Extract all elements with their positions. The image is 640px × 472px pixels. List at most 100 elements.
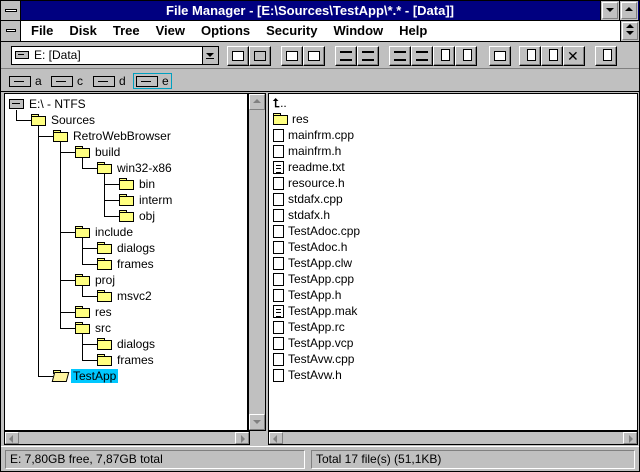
tree-item-label: E:\ - NTFS	[29, 97, 86, 111]
file-item[interactable]: TestApp.cpp	[273, 271, 354, 287]
document-system-menu-button[interactable]	[1, 21, 21, 41]
title-bar[interactable]: File Manager - [E:\Sources\TestApp\*.* -…	[1, 1, 639, 21]
menu-tree[interactable]: Tree	[105, 21, 148, 41]
drive-d[interactable]: d	[93, 73, 126, 89]
connect-network-drive-button[interactable]	[227, 46, 249, 66]
file-item[interactable]: resource.h	[273, 175, 345, 191]
disconnect-network-drive-button[interactable]	[249, 46, 271, 66]
sort-by-date-button[interactable]	[455, 46, 477, 66]
file-name: TestApp.h	[288, 288, 342, 302]
tree-item[interactable]: include	[75, 224, 135, 240]
delete-button[interactable]: ✕	[563, 46, 585, 66]
tree-item[interactable]: src	[75, 320, 113, 336]
tree-item[interactable]: bin	[119, 176, 157, 192]
document-icon	[273, 256, 284, 270]
sort-by-type-button[interactable]	[411, 46, 433, 66]
drive-combo-dropdown-button[interactable]	[202, 47, 218, 64]
tree-item[interactable]: interm	[119, 192, 174, 208]
menu-file[interactable]: File	[23, 21, 61, 41]
scroll-up-button[interactable]	[249, 94, 265, 110]
sort-by-name-button[interactable]	[389, 46, 411, 66]
menu-view[interactable]: View	[148, 21, 193, 41]
tree-item[interactable]: msvc2	[97, 288, 154, 304]
file-item[interactable]: res	[273, 111, 309, 127]
sort-by-size-button[interactable]	[433, 46, 455, 66]
new-window-button[interactable]	[489, 46, 511, 66]
document-icon	[273, 336, 284, 350]
scroll-down-icon	[253, 420, 261, 424]
tree-item-label: frames	[117, 353, 154, 367]
file-item[interactable]: stdafx.h	[273, 207, 330, 223]
restore-document-button[interactable]	[620, 21, 639, 41]
open-folder-icon	[53, 370, 68, 382]
system-menu-button[interactable]	[1, 1, 21, 20]
tree-item[interactable]: RetroWebBrowser	[53, 128, 173, 144]
tree-item[interactable]: frames	[97, 352, 156, 368]
menu-disk[interactable]: Disk	[61, 21, 104, 41]
stop-sharing-button[interactable]	[303, 46, 325, 66]
tree-item-label: obj	[139, 209, 156, 223]
file-name: TestApp.rc	[288, 320, 345, 334]
file-item[interactable]: TestApp.clw	[273, 255, 352, 271]
maximize-button[interactable]	[619, 1, 638, 20]
properties-button[interactable]	[595, 46, 617, 66]
large-icons-view-button[interactable]	[335, 46, 357, 66]
file-item[interactable]: TestAvw.h	[273, 367, 342, 383]
parent-directory-item[interactable]: ⮤..	[273, 95, 287, 111]
folder-icon	[119, 210, 134, 222]
menu-options[interactable]: Options	[193, 21, 258, 41]
file-item[interactable]: TestAdoc.cpp	[273, 223, 360, 239]
minimize-button[interactable]	[600, 1, 619, 20]
file-name: mainfrm.h	[288, 144, 342, 158]
file-item[interactable]: mainfrm.h	[273, 143, 341, 159]
menu-help[interactable]: Help	[391, 21, 435, 41]
file-name: TestApp.mak	[288, 304, 358, 318]
copy-button[interactable]	[519, 46, 541, 66]
sort-size-icon	[441, 49, 450, 61]
move-button[interactable]	[541, 46, 563, 66]
file-item[interactable]: mainfrm.cpp	[273, 127, 354, 143]
folder-icon	[97, 162, 112, 174]
file-item[interactable]: TestApp.vcp	[273, 335, 353, 351]
list-view-button[interactable]	[357, 46, 379, 66]
tree-scroll-right-button[interactable]	[235, 432, 249, 444]
file-item[interactable]: stdafx.cpp	[273, 191, 343, 207]
tree-item[interactable]: dialogs	[97, 240, 157, 256]
tree-item[interactable]: TestApp	[53, 368, 119, 384]
file-item[interactable]: TestApp.mak	[273, 303, 357, 319]
move-icon	[549, 49, 558, 61]
drive-a-label: a	[35, 74, 42, 88]
tree-item[interactable]: obj	[119, 208, 157, 224]
drive-c[interactable]: c	[51, 73, 83, 89]
menu-window[interactable]: Window	[325, 21, 391, 41]
tree-item-label: res	[95, 305, 112, 319]
tree-item-label: RetroWebBrowser	[73, 129, 171, 143]
tree-item[interactable]: E:\ - NTFS	[9, 96, 88, 112]
drive-e[interactable]: e	[133, 73, 172, 89]
tree-horizontal-scrollbar[interactable]	[4, 431, 250, 445]
tree-item[interactable]: dialogs	[97, 336, 157, 352]
file-item[interactable]: TestApp.rc	[273, 319, 345, 335]
files-scroll-left-button[interactable]	[269, 432, 283, 444]
files-scroll-right-button[interactable]	[623, 432, 637, 444]
share-as-button[interactable]	[281, 46, 303, 66]
tree-item[interactable]: Sources	[31, 112, 97, 128]
file-item[interactable]: TestAdoc.h	[273, 239, 347, 255]
file-item[interactable]: TestAvw.cpp	[273, 351, 354, 367]
directory-tree[interactable]: E:\ - NTFS Sources RetroWebBrowser build win…	[4, 93, 248, 431]
tree-vertical-scrollbar[interactable]	[248, 93, 266, 431]
file-item[interactable]: TestApp.h	[273, 287, 341, 303]
file-list[interactable]: ⮤.. res mainfrm.cpp mainfrm.h readme.txt reso…	[268, 93, 638, 431]
tree-scroll-left-button[interactable]	[5, 432, 19, 444]
menu-security[interactable]: Security	[258, 21, 325, 41]
tree-item[interactable]: frames	[97, 256, 156, 272]
drive-combo-value: E: [Data]	[34, 48, 81, 62]
files-horizontal-scrollbar[interactable]	[268, 431, 638, 445]
tree-item[interactable]: win32-x86	[97, 160, 174, 176]
file-item[interactable]: readme.txt	[273, 159, 345, 175]
drive-combo[interactable]: E: [Data]	[11, 46, 219, 65]
tree-item[interactable]: res	[75, 304, 114, 320]
parent-directory-label: ..	[280, 96, 287, 110]
scroll-down-button[interactable]	[249, 414, 265, 430]
drive-a[interactable]: a	[9, 73, 42, 89]
